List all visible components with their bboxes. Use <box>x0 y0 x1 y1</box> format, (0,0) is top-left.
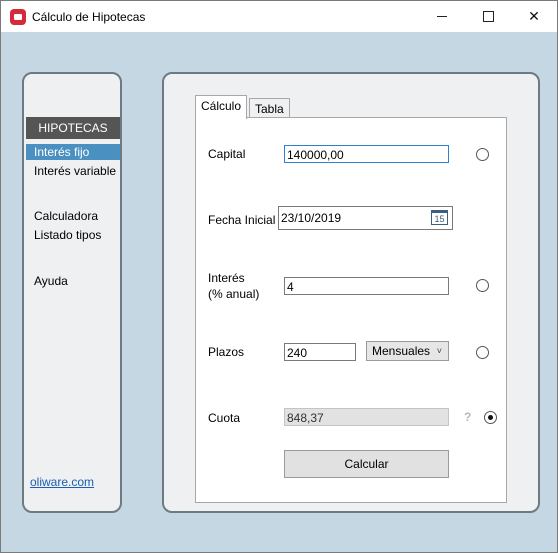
maximize-icon <box>482 11 494 22</box>
cuota-output: 848,37 <box>284 408 449 426</box>
tab-tabla[interactable]: Tabla <box>249 98 290 119</box>
capital-input[interactable]: 140000,00 <box>284 145 449 163</box>
sidebar-item-listado-tipos[interactable]: Listado tipos <box>26 227 120 243</box>
app-window: Cálculo de Hipotecas ✕ HIPOTECAS Interés… <box>0 0 558 553</box>
plazos-input[interactable]: 240 <box>284 343 356 361</box>
periodicidad-select[interactable]: Mensuales ˅ <box>366 341 449 361</box>
calculo-panel: Capital 140000,00 Fecha Inicial 23/10/20… <box>195 117 507 503</box>
mortgage-app-icon <box>10 9 26 25</box>
capital-label: Capital <box>208 147 246 161</box>
sidebar-item-calculadora[interactable]: Calculadora <box>26 208 120 224</box>
capital-radio[interactable] <box>476 148 489 161</box>
website-link[interactable]: oliware.com <box>30 475 94 489</box>
sidebar-item-interes-fijo[interactable]: Interés fijo <box>26 144 120 160</box>
sidebar-item-ayuda[interactable]: Ayuda <box>26 273 120 289</box>
chevron-down-icon: ˅ <box>436 346 442 356</box>
close-icon: ✕ <box>528 8 540 24</box>
title-bar[interactable]: Cálculo de Hipotecas ✕ <box>1 1 557 32</box>
cuota-label: Cuota <box>208 411 241 425</box>
window-title: Cálculo de Hipotecas <box>32 10 146 24</box>
plazos-radio[interactable] <box>476 346 489 359</box>
maximize-button[interactable] <box>465 1 511 32</box>
minimize-icon <box>437 16 447 17</box>
tab-calculo[interactable]: Cálculo <box>195 95 248 119</box>
sidebar-header: HIPOTECAS <box>26 117 120 139</box>
periodicidad-value: Mensuales <box>372 344 431 358</box>
help-icon[interactable]: ? <box>464 410 471 424</box>
sidebar-item-interes-variable[interactable]: Interés variable <box>26 163 120 179</box>
calcular-button[interactable]: Calcular <box>284 450 449 478</box>
sidebar: HIPOTECAS Interés fijo Interés variable … <box>22 72 122 513</box>
interes-input[interactable]: 4 <box>284 277 449 295</box>
calendar-icon[interactable]: 15 <box>431 210 448 225</box>
interes-label: Interés <box>208 271 245 285</box>
fecha-inicial-label: Fecha Inicial <box>208 213 276 227</box>
fecha-inicial-picker[interactable]: 23/10/2019 15 <box>278 206 453 230</box>
minimize-button[interactable] <box>419 1 465 32</box>
interes-unit-label: (% anual) <box>208 287 260 301</box>
interes-radio[interactable] <box>476 279 489 292</box>
cuota-radio[interactable] <box>484 411 497 424</box>
fecha-inicial-value: 23/10/2019 <box>281 211 342 225</box>
main-panel: Cálculo Tabla Capital 140000,00 Fecha In… <box>162 72 540 513</box>
close-button[interactable]: ✕ <box>511 1 557 32</box>
plazos-label: Plazos <box>208 345 245 359</box>
